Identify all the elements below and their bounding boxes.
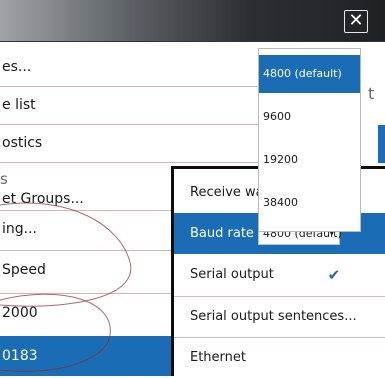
close-icon: ✕ xyxy=(348,10,364,31)
dropdown-option[interactable]: 9600 xyxy=(259,98,360,136)
window-titlebar xyxy=(0,0,385,41)
baud-rate-dropdown-list: 4800 (default) 9600 19200 38400 xyxy=(258,48,361,232)
serial-output-row[interactable]: Serial output ✔ xyxy=(174,254,385,295)
list-item[interactable]: es... xyxy=(0,48,260,86)
serial-output-label: Serial output xyxy=(190,267,274,282)
list-divider xyxy=(0,162,260,163)
dropdown-option[interactable]: 19200 xyxy=(259,141,360,179)
serial-output-checkbox[interactable]: ✔ xyxy=(326,267,342,283)
list-item[interactable]: ostics xyxy=(0,124,260,162)
baud-rate-label: Baud rate xyxy=(190,226,254,241)
list-item[interactable]: e list xyxy=(0,86,260,124)
scroll-indicator xyxy=(378,125,385,163)
dropdown-option[interactable]: 4800 (default) xyxy=(259,55,360,93)
ethernet-row[interactable]: Ethernet xyxy=(174,337,385,378)
titlebar-divider xyxy=(0,41,385,42)
serial-output-sentences-row[interactable]: Serial output sentences... xyxy=(174,296,385,337)
side-text-fragment: t xyxy=(368,84,375,103)
dropdown-option[interactable]: 38400 xyxy=(259,184,360,222)
close-button[interactable]: ✕ xyxy=(344,10,368,33)
